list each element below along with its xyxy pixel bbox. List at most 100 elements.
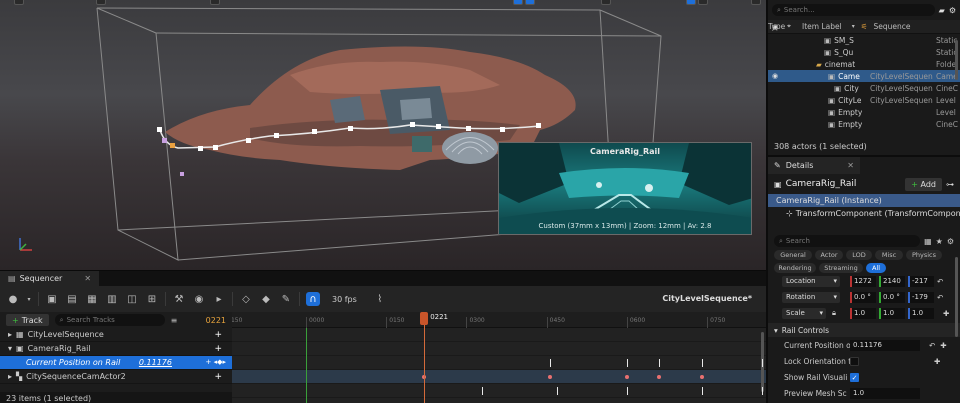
component-row[interactable]: CameraRig_Rail (Instance): [768, 194, 960, 207]
add-component-button[interactable]: + Add: [905, 177, 942, 191]
lock-icon[interactable]: 🔒︎: [832, 308, 836, 318]
chevron-down-icon[interactable]: ▾: [26, 292, 32, 306]
filter-physics[interactable]: Physics: [906, 250, 942, 260]
key-add-icon[interactable]: ✚: [934, 357, 940, 366]
settings-icon[interactable]: ⚙: [949, 6, 956, 15]
outliner-search-input[interactable]: ⌕ Search...: [772, 4, 935, 16]
expand-icon[interactable]: ▾: [8, 344, 12, 353]
location-y-field[interactable]: 2140: [879, 275, 905, 287]
filter-icon[interactable]: ≡: [171, 316, 178, 325]
keyframe[interactable]: [626, 387, 628, 395]
keyframe[interactable]: [557, 387, 559, 395]
track-row[interactable]: Current Position on Rail 0.11176 + ◂◆▸: [0, 356, 232, 370]
rotation-dropdown[interactable]: Rotation ▾: [782, 291, 840, 303]
sequence-name[interactable]: CityLevelSequence*: [662, 294, 752, 303]
world-icon[interactable]: ●: [6, 292, 20, 306]
property-checkbox[interactable]: [850, 356, 859, 366]
level-viewport[interactable]: CameraRig_Rail Custom (37mm x 13mm) | Zo…: [0, 0, 766, 270]
location-x-field[interactable]: 1272: [850, 275, 876, 287]
filter-misc[interactable]: Misc: [875, 250, 903, 260]
outliner-row[interactable]: ▣ S_Qu Static: [768, 46, 960, 58]
playback-icon[interactable]: ▸: [212, 292, 226, 306]
key-add-icon[interactable]: ✚: [943, 309, 949, 318]
component-row[interactable]: ⊹ TransformComponent (TransformComponent…: [768, 207, 960, 220]
keyframe[interactable]: [699, 375, 704, 379]
expand-icon[interactable]: ▸: [8, 330, 12, 339]
edit-icon[interactable]: ✎: [279, 292, 293, 306]
keyframe[interactable]: [762, 387, 763, 395]
current-frame-field[interactable]: 0221: [206, 316, 226, 325]
outliner-row[interactable]: ◉ ▣ Came CityLevelSequen Came: [768, 70, 960, 82]
add-subtrack-icon[interactable]: +: [214, 344, 222, 354]
filter-lod[interactable]: LOD: [846, 250, 872, 260]
folder-add-icon[interactable]: ▰: [939, 6, 945, 15]
keyframe[interactable]: [482, 387, 484, 395]
playback-start-marker[interactable]: [306, 328, 307, 403]
scale-dropdown[interactable]: Scale ▾: [782, 307, 826, 319]
close-icon[interactable]: ✕: [847, 161, 854, 170]
snap-icon[interactable]: ∩: [306, 292, 320, 306]
timeline[interactable]: -1500000015003000450060007500900 0221: [232, 312, 766, 403]
find-icon[interactable]: ▤: [65, 292, 79, 306]
reset-icon[interactable]: ↶: [929, 341, 935, 350]
track-value-field[interactable]: 0.11176: [139, 358, 172, 367]
playhead-handle[interactable]: [420, 312, 429, 325]
keyframe[interactable]: [656, 375, 661, 379]
col-type[interactable]: Type: [768, 22, 791, 31]
keyframe[interactable]: [658, 359, 660, 367]
col-item-label[interactable]: Item Label: [802, 22, 842, 31]
track-row[interactable]: ▾ ▣ CameraRig_Rail +: [0, 342, 232, 356]
location-z-field[interactable]: -217: [908, 275, 934, 287]
star-icon[interactable]: ★: [936, 237, 943, 246]
playhead-line[interactable]: [424, 312, 426, 403]
eye-icon[interactable]: ◉: [192, 292, 206, 306]
col-sequence[interactable]: Sequence: [873, 22, 910, 31]
filter-all[interactable]: All: [866, 263, 886, 273]
keyframe[interactable]: [701, 359, 703, 367]
key-add-icon[interactable]: ✚: [940, 341, 946, 350]
curve-editor-icon[interactable]: ⌇: [373, 292, 387, 306]
add-subtrack-icon[interactable]: +: [214, 330, 222, 340]
close-icon[interactable]: ✕: [84, 274, 91, 283]
outliner-row[interactable]: ▣ CityLe CityLevelSequen Level: [768, 94, 960, 106]
movie-icon[interactable]: ▥: [105, 292, 119, 306]
scale-x-field[interactable]: 1.0: [850, 307, 876, 319]
sequence-options-icon[interactable]: ⊞: [145, 292, 159, 306]
keyframe[interactable]: [701, 387, 703, 395]
actor-name-field[interactable]: CameraRig_Rail: [786, 179, 857, 189]
wrench-icon[interactable]: ⚒: [172, 292, 186, 306]
filter-actor[interactable]: Actor: [815, 250, 843, 260]
track-search-input[interactable]: ⌕ Search Tracks: [54, 314, 165, 326]
tab-details[interactable]: ✎ Details ✕: [768, 157, 860, 174]
details-scrollbar[interactable]: [955, 257, 958, 337]
property-checkbox[interactable]: ✓: [850, 372, 859, 382]
outliner-scrollbar[interactable]: [955, 40, 958, 80]
rail-controls-section[interactable]: ▾ Rail Controls: [768, 323, 960, 337]
outliner-row[interactable]: ▣ SM_S Static: [768, 34, 960, 46]
track-row[interactable]: ▸ ▦ CityLevelSequence +: [0, 328, 232, 342]
expand-icon[interactable]: ▸: [8, 372, 12, 381]
track-row[interactable]: ▸ ▚ CitySequenceCamActor2 +: [0, 370, 232, 384]
scale-y-field[interactable]: 1.0: [879, 307, 905, 319]
auto-key-icon[interactable]: ◆: [259, 292, 273, 306]
save-icon[interactable]: ▣: [45, 292, 59, 306]
property-value-field[interactable]: 1.0: [850, 387, 920, 399]
key-icon[interactable]: ◇: [239, 292, 253, 306]
tab-sequencer[interactable]: ▤ Sequencer ✕: [0, 271, 100, 286]
key-nav-icon[interactable]: + ◂◆▸: [205, 358, 226, 366]
outliner-row[interactable]: ▣ Empty Level: [768, 106, 960, 118]
add-track-button[interactable]: + Track: [6, 314, 49, 326]
location-dropdown[interactable]: Location ▾: [782, 275, 840, 287]
visibility-icon[interactable]: ◉: [768, 72, 782, 80]
add-subtrack-icon[interactable]: +: [214, 372, 222, 382]
scale-z-field[interactable]: 1.0: [908, 307, 934, 319]
rotation-x-field[interactable]: 0.0 °: [850, 291, 876, 303]
rotation-z-field[interactable]: -179: [908, 291, 934, 303]
keyframe[interactable]: [549, 359, 551, 367]
keyframe[interactable]: [547, 375, 552, 379]
reset-icon[interactable]: ↶: [937, 277, 943, 286]
settings-icon[interactable]: ⚙: [947, 237, 954, 246]
fps-dropdown[interactable]: 30 fps: [332, 295, 357, 304]
rotation-y-field[interactable]: 0.0 °: [879, 291, 905, 303]
outliner-row[interactable]: ▰ cinemat Folde: [768, 58, 960, 70]
